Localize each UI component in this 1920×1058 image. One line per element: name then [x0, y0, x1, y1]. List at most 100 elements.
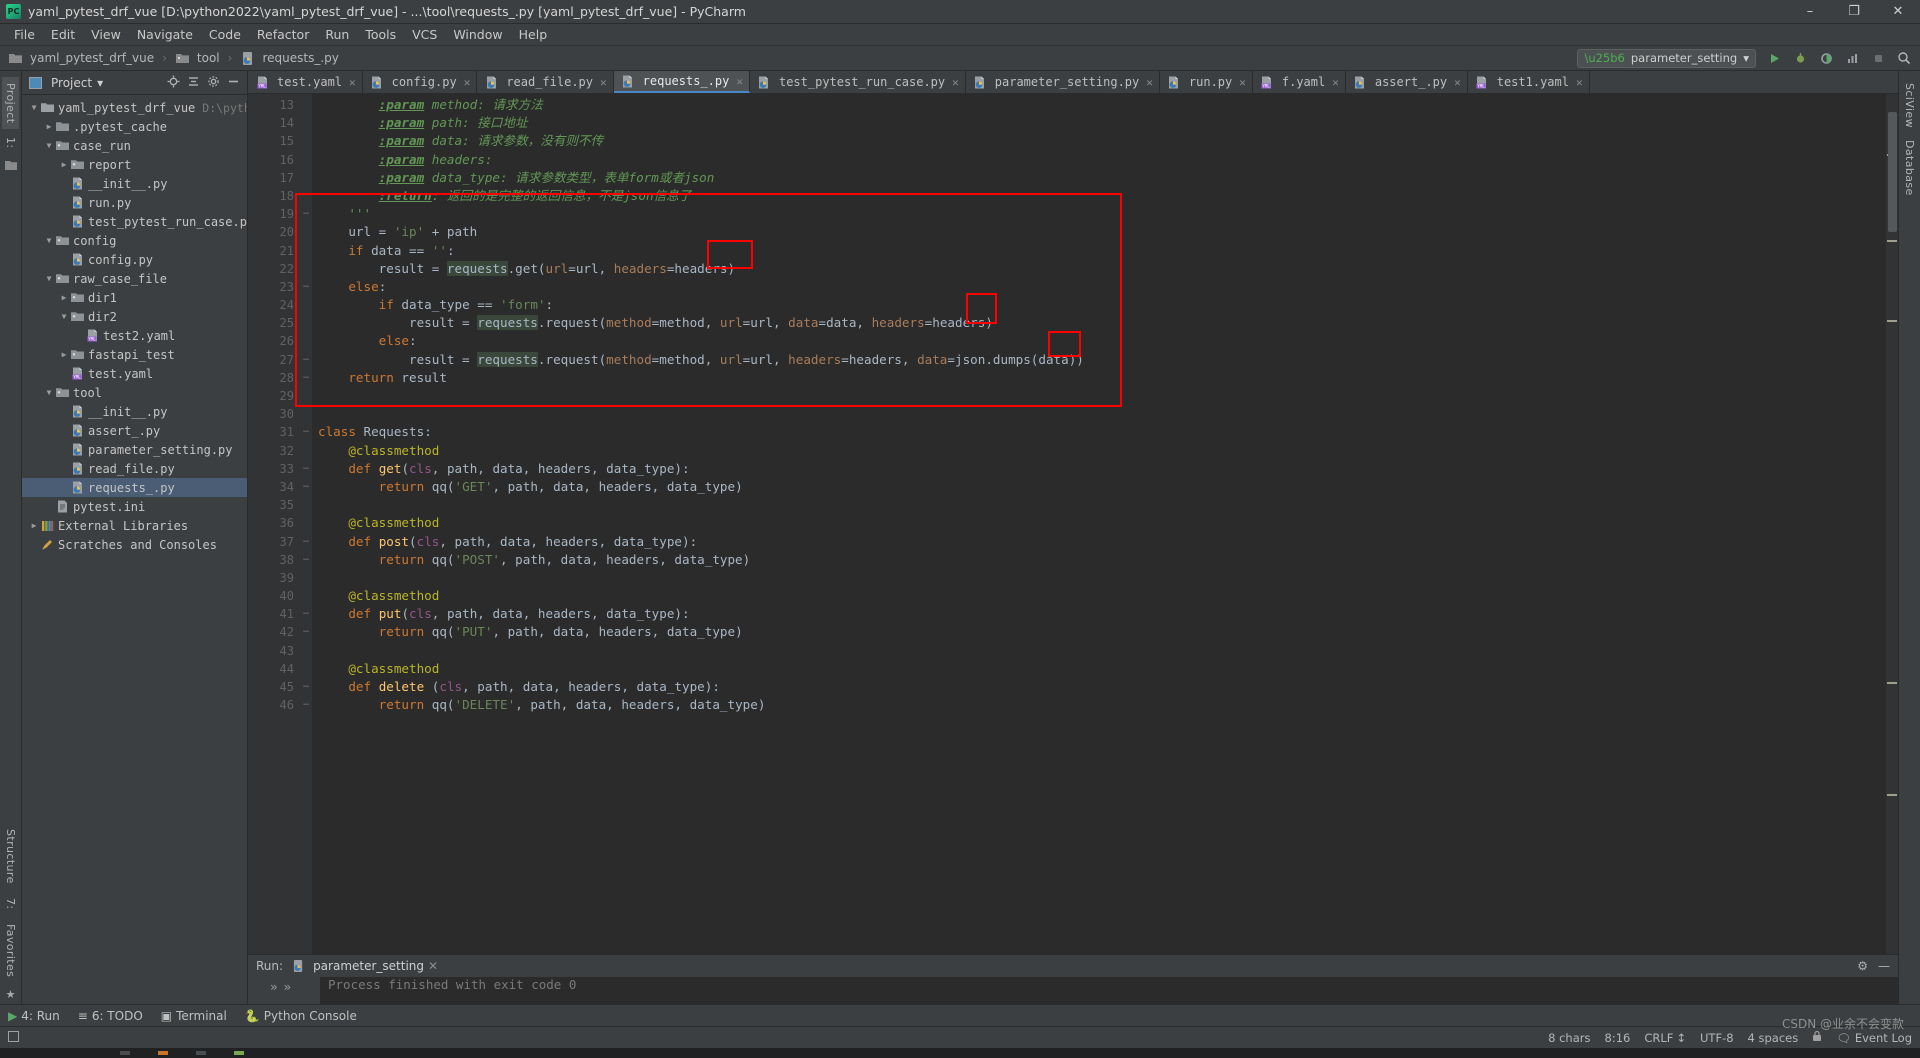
code-editor[interactable]: :param method: 请求方法 :param path: 接口地址 :p… [312, 94, 1898, 954]
tree-item-test2-yaml[interactable]: YML test2.yaml [22, 326, 247, 345]
status-encoding[interactable]: UTF-8 [1700, 1031, 1734, 1045]
code-line[interactable]: :param data: 请求参数，没有则不传 [312, 132, 1898, 150]
code-line[interactable]: :return: 返回的是完整的返回信息，不是json信息了 [312, 187, 1898, 205]
tree-toggle-open-icon[interactable]: ▼ [43, 274, 55, 283]
tree-toggle-closed-icon[interactable]: ▶ [28, 521, 40, 530]
tree-toggle-open-icon[interactable]: ▼ [43, 236, 55, 245]
tree-item-read-file-py[interactable]: read_file.py [22, 459, 247, 478]
maximize-button[interactable]: ❐ [1832, 0, 1876, 23]
hide-icon[interactable] [227, 75, 240, 90]
tree-toggle-closed-icon[interactable]: ▶ [58, 350, 70, 359]
tree-toggle-closed-icon[interactable]: ▶ [58, 160, 70, 169]
editor-tab-requests-py[interactable]: requests_.py ✕ [613, 71, 750, 93]
toolwindow-python-console[interactable]: 🐍 Python Console [245, 1009, 357, 1023]
run-icon[interactable] [1766, 50, 1782, 66]
tree-toggle-closed-icon[interactable]: ▶ [43, 122, 55, 131]
code-line[interactable]: def put(cls, path, data, headers, data_t… [312, 605, 1898, 623]
fold-toggle-icon[interactable]: − [300, 369, 312, 387]
fold-toggle-icon[interactable]: − [300, 423, 312, 441]
run-configuration-selector[interactable]: \u25b6 parameter_setting ▾ [1577, 48, 1756, 68]
editor-tab-close-icon[interactable]: ✕ [600, 76, 607, 89]
star-icon[interactable]: ★ [6, 985, 16, 1004]
menu-item-run[interactable]: Run [317, 25, 357, 44]
code-line[interactable] [312, 387, 1898, 405]
fold-toggle-icon[interactable]: − [300, 605, 312, 623]
tree-toggle-open-icon[interactable]: ▼ [43, 388, 55, 397]
editor-tab-close-icon[interactable]: ✕ [1576, 76, 1583, 89]
editor-tab-close-icon[interactable]: ✕ [1239, 76, 1246, 89]
commit-icon[interactable] [4, 157, 17, 177]
code-line[interactable]: def post(cls, path, data, headers, data_… [312, 533, 1898, 551]
editor-tab-close-icon[interactable]: ✕ [1454, 76, 1461, 89]
fold-toggle-icon[interactable]: − [300, 205, 312, 223]
stripe-tab-7[interactable]: 7: [2, 892, 19, 916]
tree-item-assert-py[interactable]: assert_.py [22, 421, 247, 440]
code-line[interactable]: url = 'ip' + path [312, 223, 1898, 241]
project-tree[interactable]: ▼ yaml_pytest_drf_vue D:\python2022\ ▶ .pyte… [22, 95, 247, 1004]
tree-item-requests-py[interactable]: requests_.py [22, 478, 247, 497]
code-line[interactable]: :param data_type: 请求参数类型，表单form或者json [312, 169, 1898, 187]
tree-item-parameter-setting-py[interactable]: parameter_setting.py [22, 440, 247, 459]
editor-tab-close-icon[interactable]: ✕ [1332, 76, 1339, 89]
fold-toggle-icon[interactable]: − [300, 551, 312, 569]
tree-item-test-pytest-run-case-py[interactable]: test_pytest_run_case.py [22, 212, 247, 231]
status-indent[interactable]: 4 spaces [1748, 1031, 1799, 1045]
editor-tab-f-yaml[interactable]: YML f.yaml ✕ [1253, 71, 1346, 93]
menu-item-help[interactable]: Help [511, 25, 556, 44]
editor-tab-read-file-py[interactable]: read_file.py ✕ [477, 71, 614, 93]
tree-item-yaml-pytest-drf-vue[interactable]: ▼ yaml_pytest_drf_vue D:\python2022\ [22, 98, 247, 117]
stripe-tab-favorites[interactable]: Favorites [2, 918, 19, 983]
gear-icon[interactable]: ⚙ [1857, 959, 1868, 973]
tree-item--pytest-cache[interactable]: ▶ .pytest_cache [22, 117, 247, 136]
tree-item-pytest-ini[interactable]: pytest.ini [22, 497, 247, 516]
fold-toggle-icon[interactable]: − [300, 678, 312, 696]
stripe-tab-structure[interactable]: Structure [2, 823, 19, 890]
editor-scrollbar[interactable] [1886, 94, 1898, 954]
stripe-tab-sciview[interactable]: SciView [1901, 77, 1918, 134]
fold-toggle-icon[interactable]: − [300, 278, 312, 296]
tree-item--init-py[interactable]: __init__.py [22, 402, 247, 421]
editor-tab-close-icon[interactable]: ✕ [952, 76, 959, 89]
code-line[interactable]: @classmethod [312, 587, 1898, 605]
menu-item-file[interactable]: File [6, 25, 43, 44]
breadcrumb-project[interactable]: yaml_pytest_drf_vue [30, 51, 154, 65]
editor-tab-config-py[interactable]: config.py ✕ [363, 71, 478, 93]
stripe-tab-1[interactable]: 1: [2, 131, 19, 155]
stop-icon[interactable] [1870, 50, 1886, 66]
tree-item-dir2[interactable]: ▼ dir2 [22, 307, 247, 326]
expand-icon[interactable]: » [270, 979, 278, 994]
fold-toggle-icon[interactable]: − [300, 696, 312, 714]
code-line[interactable]: return qq('GET', path, data, headers, da… [312, 478, 1898, 496]
code-line[interactable]: def delete (cls, path, data, headers, da… [312, 678, 1898, 696]
code-line[interactable]: @classmethod [312, 514, 1898, 532]
fold-toggle-icon[interactable]: − [300, 351, 312, 369]
code-line[interactable]: return qq('DELETE', path, data, headers,… [312, 696, 1898, 714]
fold-toggle-icon[interactable]: − [300, 533, 312, 551]
code-line[interactable] [312, 569, 1898, 587]
code-line[interactable]: :param headers: [312, 151, 1898, 169]
editor-tab-test-pytest-run-case-py[interactable]: test_pytest_run_case.py ✕ [750, 71, 966, 93]
editor-tab-test-yaml[interactable]: YML test.yaml ✕ [248, 71, 363, 93]
code-line[interactable]: result = requests.request(method=method,… [312, 314, 1898, 332]
editor-tab-close-icon[interactable]: ✕ [736, 75, 743, 88]
minimize-button[interactable]: – [1788, 0, 1832, 23]
status-event-log[interactable]: 🗨 Event Log [1836, 1031, 1912, 1045]
code-line[interactable]: def get(cls, path, data, headers, data_t… [312, 460, 1898, 478]
taskbar-item-2[interactable] [158, 1051, 168, 1055]
code-line[interactable]: return qq('POST', path, data, headers, d… [312, 551, 1898, 569]
code-line[interactable] [312, 496, 1898, 514]
fold-toggle-icon[interactable]: − [300, 478, 312, 496]
toolwindow-todo[interactable]: ≡ 6: TODO [78, 1009, 143, 1023]
tree-item-raw-case-file[interactable]: ▼ raw_case_file [22, 269, 247, 288]
locate-icon[interactable] [167, 75, 180, 90]
search-icon[interactable] [1896, 50, 1912, 66]
tree-toggle-open-icon[interactable]: ▼ [58, 312, 70, 321]
menu-item-tools[interactable]: Tools [357, 25, 404, 44]
code-line[interactable] [312, 405, 1898, 423]
tree-toggle-closed-icon[interactable]: ▶ [58, 293, 70, 302]
collapse-all-icon[interactable] [187, 75, 200, 90]
profile-icon[interactable] [1844, 50, 1860, 66]
menu-item-window[interactable]: Window [445, 25, 510, 44]
code-line[interactable]: :param method: 请求方法 [312, 96, 1898, 114]
tree-item-config-py[interactable]: config.py [22, 250, 247, 269]
